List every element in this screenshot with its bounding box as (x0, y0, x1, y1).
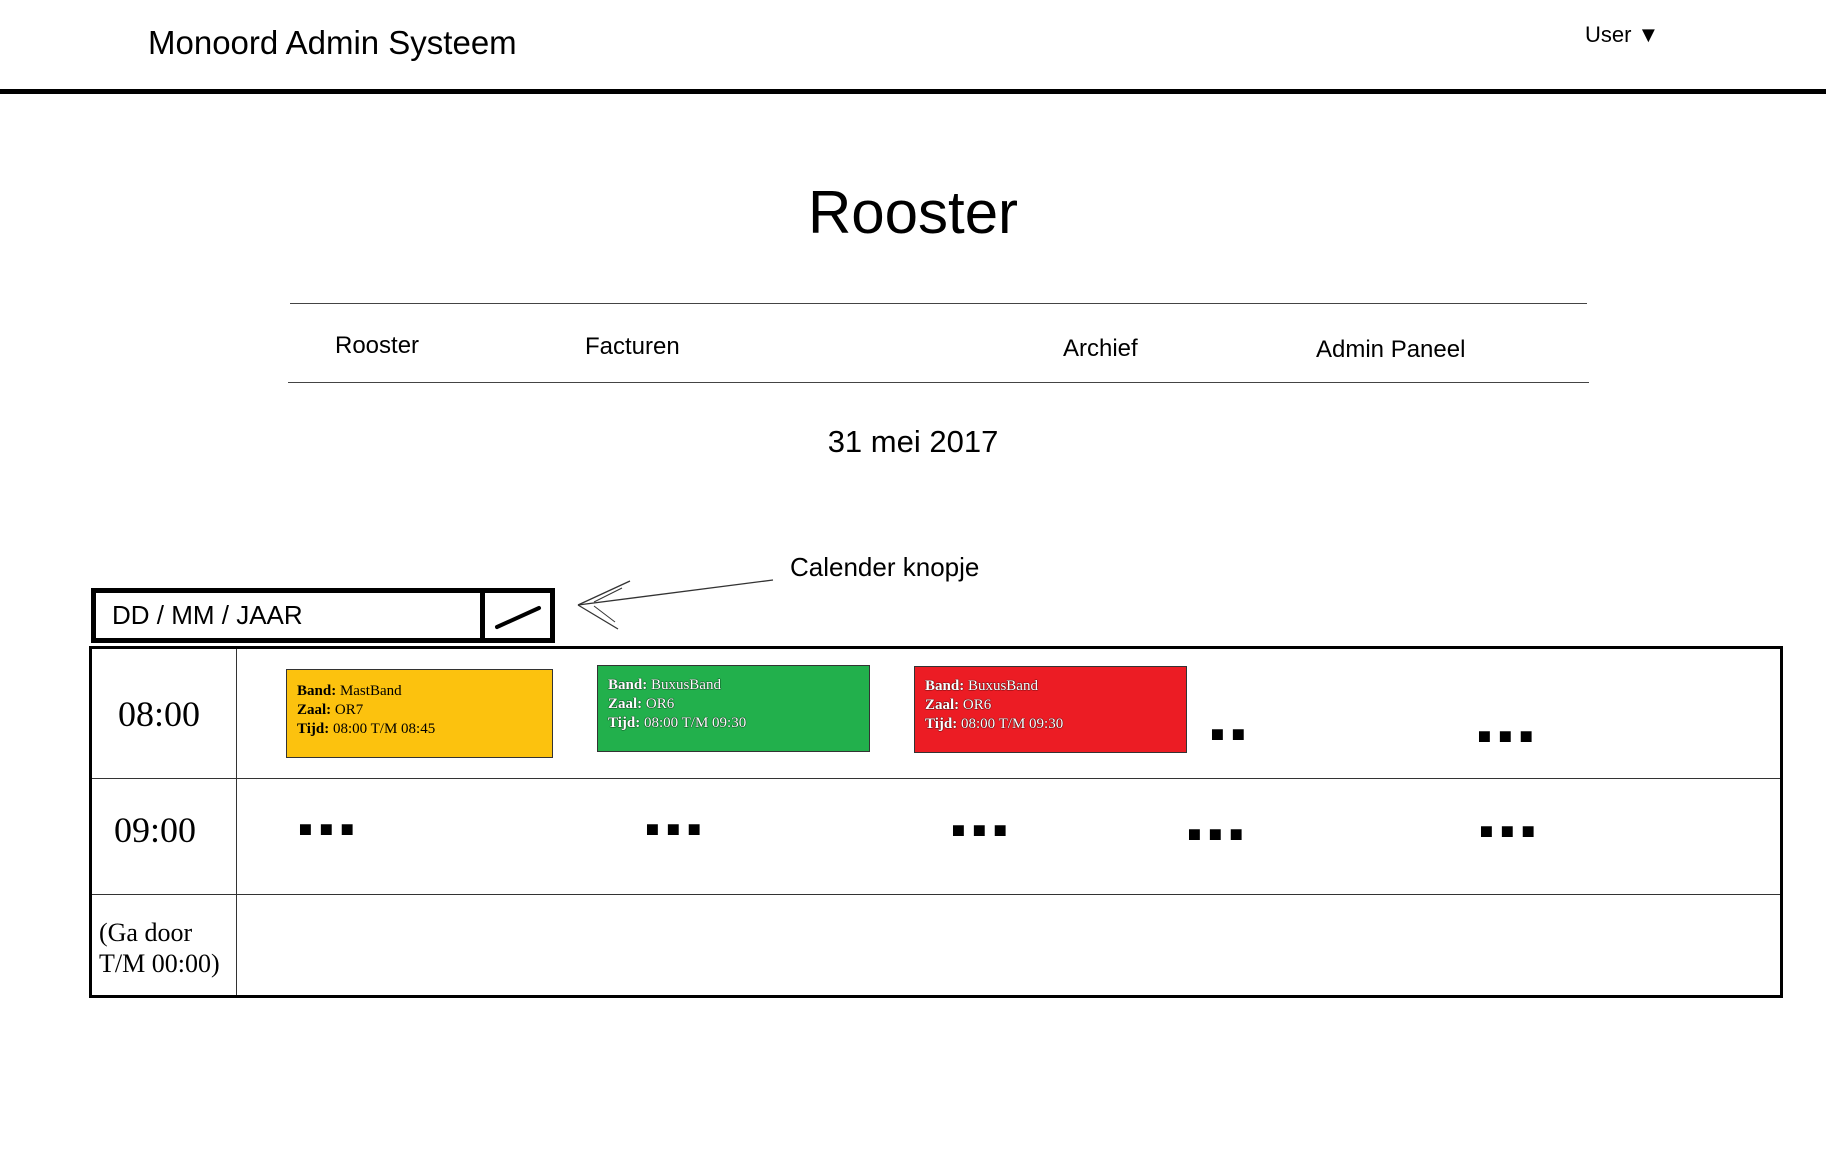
schedule-grid: 08:00 09:00 (Ga door T/M 00:00) Band: Ma… (89, 646, 1783, 998)
nav-divider-bottom (288, 382, 1589, 383)
event-card[interactable]: Band: MastBand Zaal: OR7 Tijd: 08:00 T/M… (286, 669, 553, 758)
more-events-ellipsis: ▪▪▪ (297, 811, 360, 844)
time-column-divider (236, 649, 237, 995)
more-events-ellipsis: ▪▪▪ (1478, 813, 1541, 846)
annotation-arrow-icon (577, 579, 774, 630)
nav-item-admin-paneel[interactable]: Admin Paneel (1316, 336, 1465, 364)
current-date: 31 mei 2017 (827, 424, 999, 459)
event-card[interactable]: Band: BuxusBand Zaal: OR6 Tijd: 08:00 T/… (597, 665, 870, 752)
more-events-ellipsis: ▪▪▪ (950, 812, 1013, 845)
user-menu-label: User (1585, 22, 1632, 47)
more-events-ellipsis: ▪▪ (1209, 716, 1251, 749)
time-continuation-label: (Ga door T/M 00:00) (99, 918, 220, 978)
time-label: 09:00 (114, 810, 197, 850)
row-divider (92, 778, 1780, 779)
time-label: 08:00 (118, 694, 201, 734)
more-events-ellipsis: ▪▪▪ (1186, 816, 1249, 849)
app-title: Monoord Admin Systeem (148, 24, 517, 61)
row-divider (92, 894, 1780, 895)
date-picker (91, 588, 555, 643)
nav-item-rooster[interactable]: Rooster (335, 332, 419, 360)
nav-item-facturen[interactable]: Facturen (585, 333, 680, 361)
user-menu[interactable]: User ▼ (1585, 22, 1659, 48)
date-input[interactable] (96, 593, 480, 638)
header-divider (0, 89, 1826, 94)
page-title: Rooster (807, 179, 1019, 246)
annotation-label: Calender knopje (790, 552, 980, 582)
nav-divider-top (290, 303, 1587, 304)
calendar-button-icon (494, 605, 541, 629)
nav-item-archief[interactable]: Archief (1063, 335, 1138, 363)
calendar-button[interactable] (480, 593, 550, 638)
chevron-down-icon: ▼ (1637, 22, 1660, 47)
more-events-ellipsis: ▪▪▪ (1476, 718, 1539, 751)
more-events-ellipsis: ▪▪▪ (644, 811, 707, 844)
event-card[interactable]: Band: BuxusBand Zaal: OR6 Tijd: 08:00 T/… (914, 666, 1187, 753)
